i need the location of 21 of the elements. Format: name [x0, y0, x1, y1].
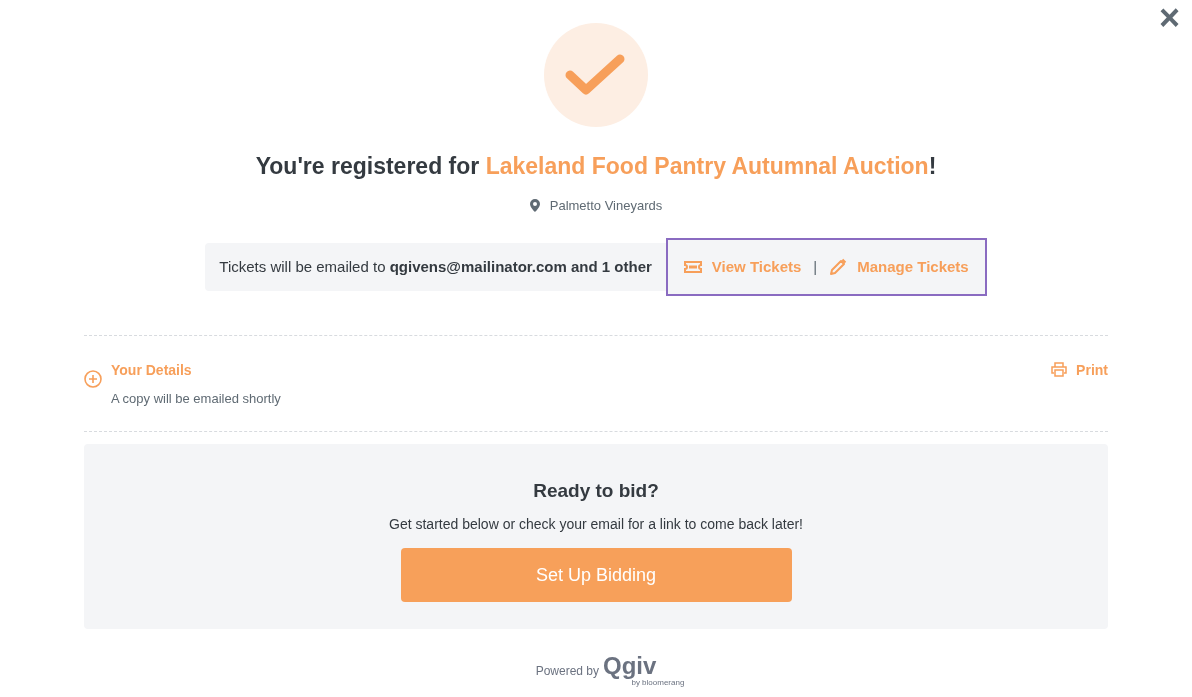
checkmark-icon	[544, 23, 648, 127]
ticket-icon	[683, 261, 702, 273]
location-pin-icon	[529, 198, 540, 212]
bidding-text: Get started below or check your email for a link to come back later!	[389, 515, 803, 534]
bidding-title: Ready to bid?	[533, 478, 659, 503]
plus-circle-icon[interactable]	[84, 370, 102, 388]
details-title[interactable]: Your Details	[111, 360, 281, 381]
registration-title: You're registered for Lakeland Food Pantry Autumnal Auction!	[255, 152, 937, 181]
close-button[interactable]: ×	[1158, 0, 1180, 36]
ticket-action-link[interactable]: View Tickets	[683, 255, 802, 279]
venue-label: Palmetto Vineyards	[549, 196, 663, 215]
separator-text: |	[813, 256, 818, 277]
pencil-icon	[829, 258, 848, 276]
printer-icon	[1051, 362, 1068, 377]
set-up-bidding-button[interactable]: Set Up Bidding	[400, 548, 792, 602]
ticket-action-link[interactable]: Manage Tickets	[829, 255, 969, 279]
print-button[interactable]: Print	[1051, 360, 1108, 380]
ticket-email-text: Tickets will be emailed to qgivens@mailinator.com and 1 other	[219, 256, 652, 277]
details-subtitle: A copy will be emailed shortly	[111, 390, 281, 408]
brand-logo: Qgiv	[603, 653, 657, 678]
powered-by-text: Powered by	[535, 662, 599, 680]
